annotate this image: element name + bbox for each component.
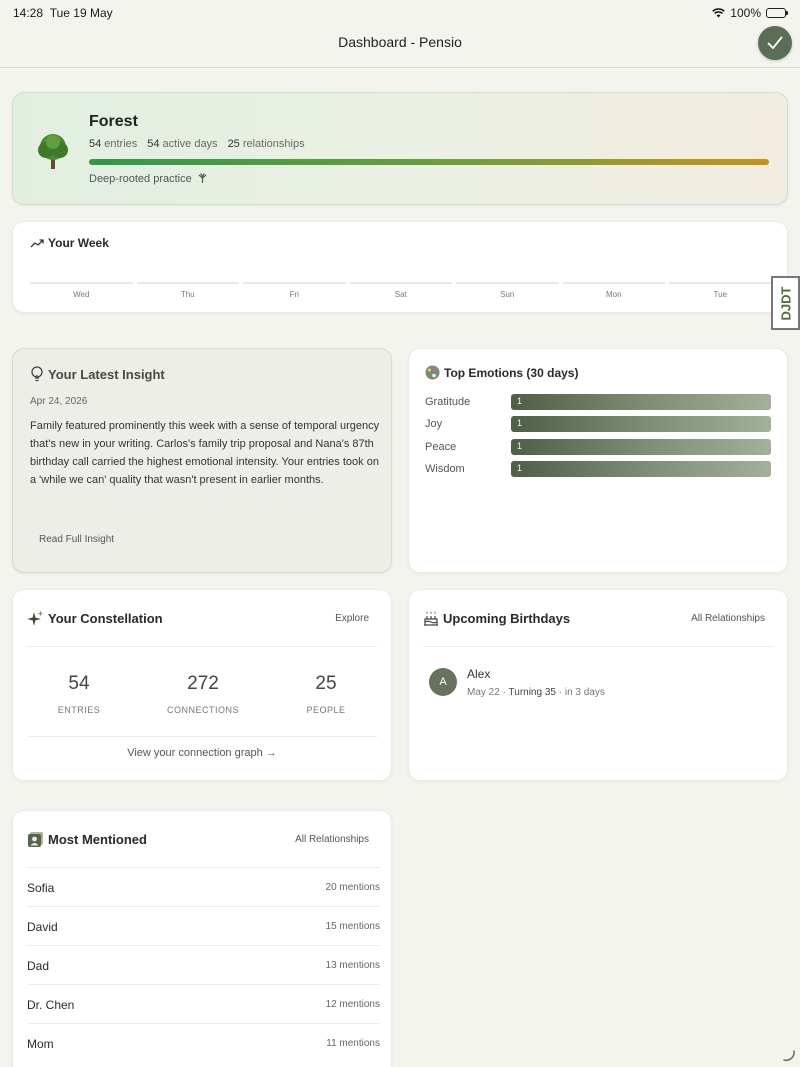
person-name: Dr. Chen	[27, 998, 75, 1012]
avatar[interactable]: A	[429, 668, 457, 696]
sprout-icon	[198, 173, 207, 183]
person-name: Sofia	[27, 881, 55, 895]
emotion-label: Gratitude	[425, 396, 471, 408]
emotion-bar: 1	[511, 416, 771, 432]
cake-icon	[424, 611, 438, 626]
emotion-bar: 1	[511, 394, 771, 410]
divider	[27, 646, 377, 647]
constellation-header: Your Constellation Explore	[27, 610, 377, 630]
emotion-label: Wisdom	[425, 463, 465, 475]
person-name: David	[27, 920, 58, 934]
level-name: Forest	[89, 113, 138, 130]
birthday-details: May 22 · Turning 35 · in 3 days	[467, 687, 605, 698]
active-days-stat: 54 active days	[147, 138, 218, 150]
battery-icon	[766, 8, 788, 18]
mention-count: 20 mentions	[325, 882, 380, 893]
view-graph-link[interactable]: View your connection graph →	[13, 747, 391, 759]
birthday-person-name[interactable]: Alex	[467, 667, 490, 681]
most-mentioned-title: Most Mentioned	[27, 831, 147, 848]
person-name: Mom	[27, 1037, 54, 1051]
connections-count: 272 CONNECTIONS	[166, 673, 239, 715]
week-day: Tue	[669, 282, 772, 299]
entries-stat: 54 entries	[89, 138, 138, 150]
palette-icon	[425, 365, 440, 380]
birthdays-title: Upcoming Birthdays	[423, 610, 570, 626]
list-item[interactable]: David 15 mentions	[27, 906, 380, 945]
level-description: Deep-rooted practice	[89, 173, 207, 185]
constellation-card: Your Constellation Explore 54 ENTRIES 27…	[12, 589, 392, 781]
debug-toolbar-tab[interactable]: DJDT	[771, 276, 800, 330]
emotion-row: Peace 1	[425, 439, 771, 455]
sparkles-icon	[27, 610, 44, 626]
week-day: Wed	[30, 282, 133, 299]
week-day: Thu	[136, 282, 239, 299]
all-relationships-link[interactable]: All Relationships	[295, 834, 369, 845]
birthdays-header: Upcoming Birthdays All Relationships	[423, 610, 773, 630]
person-name: Dad	[27, 959, 50, 973]
level-stats: 54 entries 54 active days 25 relationships	[89, 138, 305, 150]
week-day: Sun	[456, 282, 559, 299]
loading-spinner-icon	[783, 1050, 795, 1062]
week-day: Sat	[349, 282, 452, 299]
wifi-icon	[712, 8, 726, 18]
emotions-title: Top Emotions (30 days)	[425, 365, 578, 380]
most-mentioned-card: Most Mentioned All Relationships Sofia 2…	[12, 810, 392, 1067]
emotion-value: 1	[517, 441, 523, 451]
level-progress-bar	[89, 159, 769, 165]
emotion-row: Wisdom 1	[425, 461, 771, 477]
week-days: Wed Thu Fri Sat Sun Mon Tue	[30, 282, 787, 299]
trending-up-icon	[30, 239, 44, 248]
emotion-value: 1	[517, 418, 523, 428]
emotion-value: 1	[517, 463, 523, 473]
list-item[interactable]: Mom 11 mentions	[27, 1023, 380, 1062]
mention-count: 11 mentions	[326, 1038, 380, 1049]
divider	[27, 736, 377, 737]
emotions-card: Top Emotions (30 days) Gratitude 1 Joy 1…	[408, 348, 788, 573]
insight-card[interactable]: Your Latest Insight Apr 24, 2026 Family …	[12, 348, 392, 573]
tree-icon	[38, 134, 68, 169]
entries-count: 54 ENTRIES	[57, 673, 101, 715]
lightbulb-icon	[31, 366, 43, 382]
emotion-label: Joy	[425, 418, 443, 430]
week-day: Mon	[562, 282, 665, 299]
mention-count: 13 mentions	[325, 960, 380, 971]
constellation-title: Your Constellation	[27, 610, 163, 627]
level-card[interactable]: Forest 54 entries 54 active days 25 relatio…	[12, 92, 788, 205]
mention-count: 12 mentions	[325, 999, 380, 1010]
most-mentioned-header: Most Mentioned All Relationships	[27, 831, 377, 851]
emotion-bar: 1	[511, 461, 771, 477]
contacts-icon	[28, 832, 43, 847]
mention-count: 15 mentions	[325, 921, 380, 932]
explore-link[interactable]: Explore	[335, 613, 369, 624]
divider	[423, 646, 773, 647]
battery-percent: 100%	[730, 6, 761, 20]
emotion-bar: 1	[511, 439, 771, 455]
list-item[interactable]: Sofia 20 mentions	[27, 867, 380, 906]
week-title: Your Week	[30, 236, 109, 250]
people-count: 25 PEOPLE	[306, 673, 346, 715]
insight-body: Family featured prominently this week wi…	[30, 420, 380, 486]
status-bar: 14:28 Tue 19 May 100%	[0, 0, 800, 26]
emotion-row: Gratitude 1	[425, 394, 771, 410]
nav-bar: Dashboard - Pensio	[0, 26, 800, 68]
emotion-label: Peace	[425, 441, 457, 453]
week-card: Your Week Wed Thu Fri Sat Sun Mon Tue	[12, 221, 788, 313]
page-title: Dashboard - Pensio	[338, 34, 462, 50]
done-button[interactable]	[758, 26, 792, 60]
checkmark-icon	[767, 36, 783, 49]
insight-title: Your Latest Insight	[30, 366, 165, 382]
read-full-insight-link[interactable]: Read Full Insight	[39, 534, 114, 545]
emotion-row: Joy 1	[425, 416, 771, 432]
emotion-value: 1	[517, 396, 523, 406]
relationships-stat: 25 relationships	[227, 138, 305, 150]
all-relationships-link[interactable]: All Relationships	[691, 613, 765, 624]
insight-date: Apr 24, 2026	[30, 396, 88, 407]
status-time: 14:28 Tue 19 May	[13, 6, 113, 20]
list-item[interactable]: Dr. Chen 12 mentions	[27, 984, 380, 1023]
list-item[interactable]: Dad 13 mentions	[27, 945, 380, 984]
week-day: Fri	[243, 282, 346, 299]
birthdays-card: Upcoming Birthdays All Relationships A A…	[408, 589, 788, 781]
